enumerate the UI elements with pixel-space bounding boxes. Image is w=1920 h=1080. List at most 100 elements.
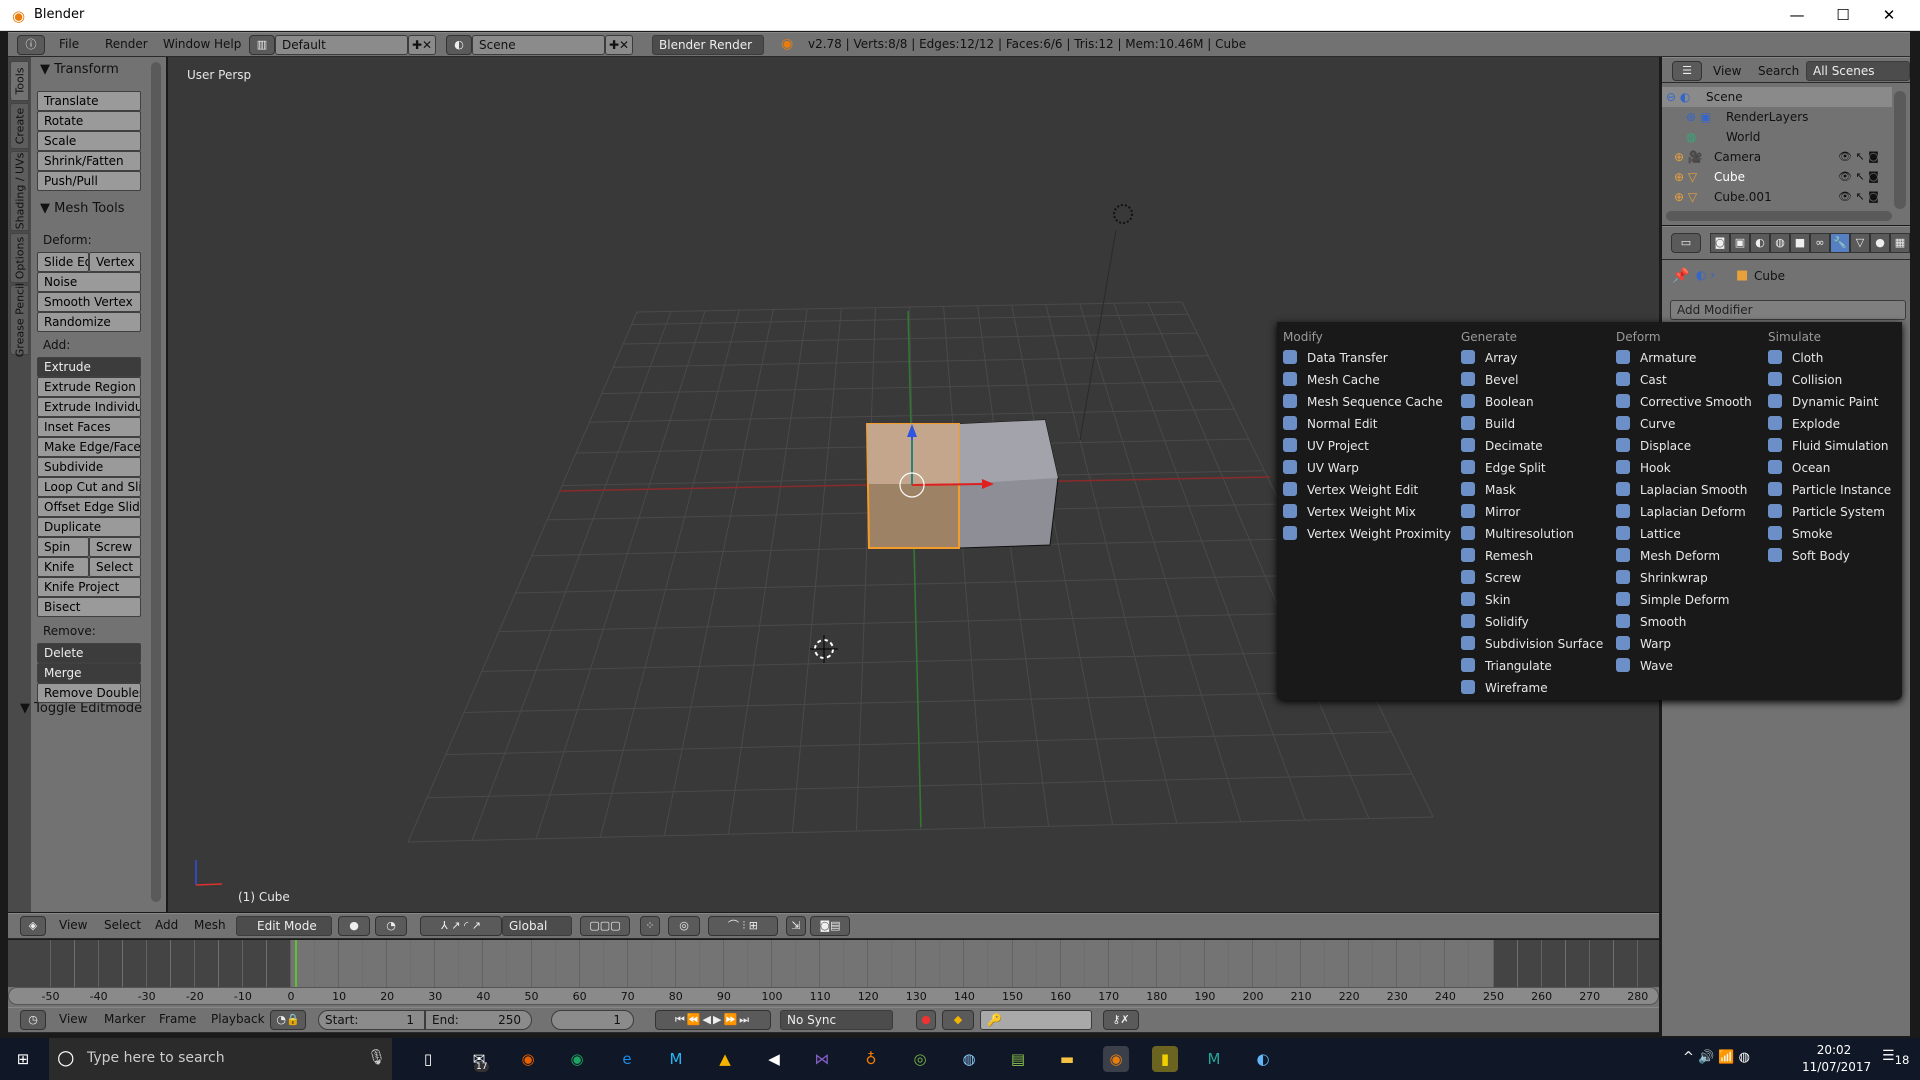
modifier-item-build[interactable]: Build	[1461, 413, 1515, 435]
panel-toggle-editmode-header[interactable]: ▼ Toggle Editmode	[20, 701, 142, 716]
modifier-item-cloth[interactable]: Cloth	[1768, 347, 1823, 369]
menu-window[interactable]: Window	[163, 37, 210, 51]
taskbar-app-orange-icon[interactable]: ♁	[858, 1046, 884, 1072]
modifier-item-particle-system[interactable]: Particle System	[1768, 501, 1885, 523]
button-rotate[interactable]: Rotate	[37, 111, 141, 131]
system-tray-icons[interactable]: ^ 🔊 📶 ◍	[1683, 1050, 1750, 1065]
modifier-item-fluid-simulation[interactable]: Fluid Simulation	[1768, 435, 1889, 457]
taskbar-visual-studio-icon[interactable]: ⋈	[809, 1046, 835, 1072]
outliner-item[interactable]: ⊕ ▽ Cube.001 👁 ↖ ◙	[1662, 187, 1892, 207]
manipulator-x-axis[interactable]	[911, 483, 985, 486]
layout-icon[interactable]: ▥	[249, 35, 275, 55]
modifier-item-normal-edit[interactable]: Normal Edit	[1283, 413, 1377, 435]
menu-help[interactable]: Help	[214, 37, 241, 51]
viewport-shading-icon[interactable]: ●	[338, 916, 370, 936]
modifier-item-skin[interactable]: Skin	[1461, 589, 1511, 611]
editor-type-outliner-icon[interactable]: ☰	[1672, 61, 1702, 81]
menu-add[interactable]: Add	[155, 918, 178, 932]
modifier-item-mask[interactable]: Mask	[1461, 479, 1516, 501]
button-subdivide[interactable]: Subdivide	[37, 457, 141, 477]
tab-grease-pencil[interactable]: Grease Pencil	[10, 283, 29, 357]
modifier-item-vertex-weight-proximity[interactable]: Vertex Weight Proximity	[1283, 523, 1451, 545]
modifier-item-wireframe[interactable]: Wireframe	[1461, 677, 1548, 699]
properties-tab-texture-icon[interactable]: ▦	[1890, 233, 1910, 253]
taskbar-firefox-icon[interactable]: ◉	[515, 1046, 541, 1072]
modifier-item-curve[interactable]: Curve	[1616, 413, 1675, 435]
button-offset-edge-slide[interactable]: Offset Edge Slide	[37, 497, 141, 517]
modifier-item-laplacian-deform[interactable]: Laplacian Deform	[1616, 501, 1746, 523]
button-duplicate[interactable]: Duplicate	[37, 517, 141, 537]
taskbar-app-flame-icon[interactable]: ▲	[712, 1046, 738, 1072]
button-extrude-region[interactable]: Extrude Region	[37, 377, 141, 397]
add-modifier-dropdown[interactable]: Add Modifier	[1670, 300, 1906, 320]
button-make-edge-face[interactable]: Make Edge/Face	[37, 437, 141, 457]
outliner-item[interactable]: ⊖ ◐ Scene	[1662, 87, 1892, 107]
visibility-toggles-icon[interactable]: 👁 ↖ ◙	[1838, 147, 1879, 167]
menu-view[interactable]: View	[59, 1012, 87, 1026]
transform-orientation-selector[interactable]: Global	[502, 916, 572, 936]
properties-tab-modifiers-icon[interactable]: 🔧	[1830, 233, 1850, 253]
button-knife-project[interactable]: Knife Project	[37, 577, 141, 597]
button-translate[interactable]: Translate	[37, 91, 141, 111]
clock-date[interactable]: 11/07/2017	[1802, 1060, 1871, 1074]
outliner-item[interactable]: ⊕ ▽ Cube 👁 ↖ ◙	[1662, 167, 1892, 187]
outliner-item[interactable]: ⊕ ▣ RenderLayers	[1662, 107, 1892, 127]
modifier-item-warp[interactable]: Warp	[1616, 633, 1671, 655]
layout-selector[interactable]: Default	[275, 35, 408, 55]
properties-tab-object-icon[interactable]: ■	[1790, 233, 1810, 253]
taskbar-file-explorer-icon[interactable]: ▬	[1054, 1046, 1080, 1072]
editor-type-timeline-icon[interactable]: ◷	[20, 1010, 46, 1030]
tab-create[interactable]: Create	[10, 103, 29, 149]
minimize-button[interactable]: —	[1774, 0, 1820, 30]
end-frame-field[interactable]: End: 250	[425, 1010, 532, 1030]
close-button[interactable]: ✕	[1866, 0, 1912, 30]
taskbar-unity-icon[interactable]: ◀	[761, 1046, 787, 1072]
outliner-vscrollbar[interactable]	[1894, 91, 1906, 209]
modifier-item-ocean[interactable]: Ocean	[1768, 457, 1830, 479]
modifier-item-armature[interactable]: Armature	[1616, 347, 1696, 369]
menu-file[interactable]: File	[59, 37, 79, 51]
menu-frame[interactable]: Frame	[159, 1012, 196, 1026]
modifier-item-vertex-weight-edit[interactable]: Vertex Weight Edit	[1283, 479, 1418, 501]
modifier-item-data-transfer[interactable]: Data Transfer	[1283, 347, 1388, 369]
spin-button[interactable]: Spin	[37, 537, 89, 557]
manipulator-icons[interactable]: ⅄ ↗ ◜ ↗	[420, 916, 502, 936]
outliner-item[interactable]: ⊕ 🎥 Camera 👁 ↖ ◙	[1662, 147, 1892, 167]
modifier-item-cast[interactable]: Cast	[1616, 369, 1667, 391]
keying-set-field[interactable]: 🔑	[980, 1010, 1092, 1030]
button-bisect[interactable]: Bisect	[37, 597, 141, 617]
taskbar-edge-icon[interactable]: e	[614, 1046, 640, 1072]
microphone-icon[interactable]: 🎙	[367, 1048, 386, 1066]
menu-search[interactable]: Search	[1758, 64, 1799, 78]
taskbar-app-yellow-icon[interactable]: ▮	[1152, 1046, 1178, 1072]
modifier-item-mirror[interactable]: Mirror	[1461, 501, 1520, 523]
knife-button[interactable]: Knife	[37, 557, 89, 577]
modifier-item-triangulate[interactable]: Triangulate	[1461, 655, 1552, 677]
modifier-item-solidify[interactable]: Solidify	[1461, 611, 1529, 633]
taskbar-android-studio-icon[interactable]: ◎	[907, 1046, 933, 1072]
menu-marker[interactable]: Marker	[104, 1012, 145, 1026]
slide-edge-button[interactable]: Slide Ed	[37, 252, 89, 272]
playback-controls[interactable]: ⏮⏪◀▶⏩⏭	[655, 1010, 771, 1030]
pin-icon[interactable]: 📌	[1672, 268, 1689, 284]
keying-insert-delete-icons[interactable]: ⚷✗	[1103, 1010, 1139, 1030]
taskbar-chrome-icon[interactable]: ◉	[564, 1046, 590, 1072]
button-randomize[interactable]: Randomize	[37, 312, 141, 332]
modifier-item-edge-split[interactable]: Edge Split	[1461, 457, 1546, 479]
tab-shading-uvs[interactable]: Shading / UVs	[10, 151, 29, 231]
modifier-item-lattice[interactable]: Lattice	[1616, 523, 1681, 545]
scene-icon[interactable]: ◐	[446, 35, 472, 55]
modifier-item-explode[interactable]: Explode	[1768, 413, 1840, 435]
modifier-item-array[interactable]: Array	[1461, 347, 1517, 369]
modifier-item-mesh-deform[interactable]: Mesh Deform	[1616, 545, 1720, 567]
modifier-item-multiresolution[interactable]: Multiresolution	[1461, 523, 1574, 545]
taskbar-app-paint-icon[interactable]: ◐	[1250, 1046, 1276, 1072]
button-scale[interactable]: Scale	[37, 131, 141, 151]
visibility-toggles-icon[interactable]: 👁 ↖ ◙	[1838, 187, 1879, 207]
modifier-item-uv-warp[interactable]: UV Warp	[1283, 457, 1359, 479]
lamp-icon[interactable]	[1113, 204, 1133, 224]
menu-view[interactable]: View	[1713, 64, 1741, 78]
modifier-item-remesh[interactable]: Remesh	[1461, 545, 1533, 567]
menu-playback[interactable]: Playback	[211, 1012, 265, 1026]
taskbar-app-m2-icon[interactable]: M	[1201, 1046, 1227, 1072]
